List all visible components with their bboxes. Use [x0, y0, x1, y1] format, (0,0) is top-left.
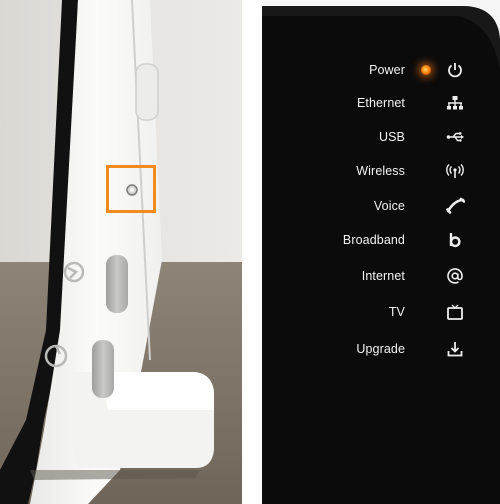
router-side-photo [0, 0, 242, 504]
highlight-box [106, 165, 156, 213]
router-front-panel-photo [262, 0, 500, 504]
